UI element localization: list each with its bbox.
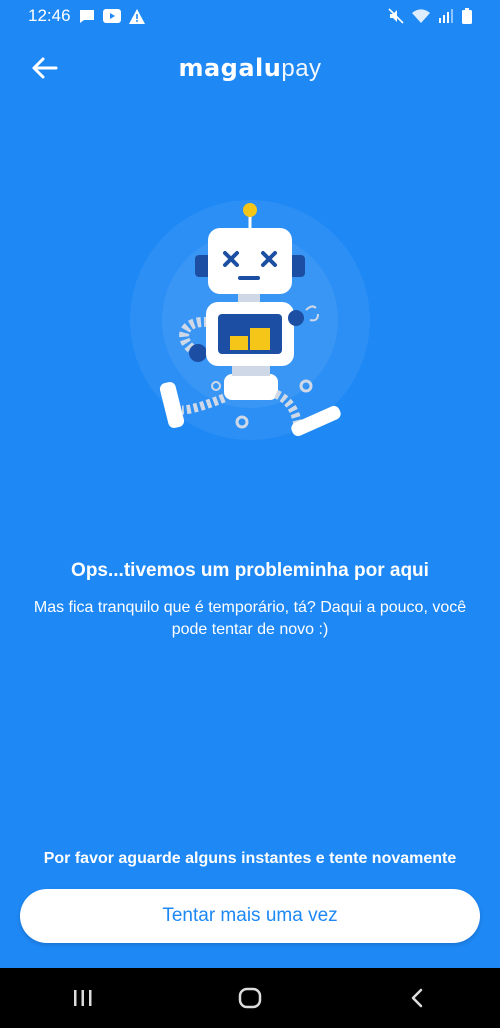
magalupay-logo: magalupay [0,54,500,83]
home-button[interactable] [220,968,280,1028]
message-icon [79,9,94,23]
app-bar: magalupay [0,40,500,96]
home-icon [238,987,262,1009]
broken-robot-illustration [120,190,380,450]
wifi-icon [412,9,430,23]
logo-strong: magalu [178,54,282,82]
retry-button-label: Tentar mais uma vez [162,905,338,926]
status-right [388,8,472,24]
recent-apps-icon [74,990,92,1006]
battery-icon [462,8,472,24]
wait-instruction: Por favor aguarde alguns instantes e ten… [43,850,457,867]
warning-icon [128,8,145,24]
logo-light: pay [281,55,322,82]
back-icon [411,988,422,1008]
status-bar: 12:46 [0,0,500,32]
retry-button[interactable]: Tentar mais uma vez [20,889,480,943]
signal-icon [439,9,453,23]
status-time: 12:46 [28,6,71,25]
error-title: Ops...tivemos um probleminha por aqui [71,560,429,581]
error-description: Mas fica tranquilo que é temporário, tá?… [33,599,467,638]
youtube-icon [102,9,121,23]
nav-back-button[interactable] [387,968,447,1028]
recent-apps-button[interactable] [53,968,113,1028]
mute-icon [388,8,404,24]
system-nav-bar [0,968,500,1028]
status-left: 12:46 [28,6,145,26]
